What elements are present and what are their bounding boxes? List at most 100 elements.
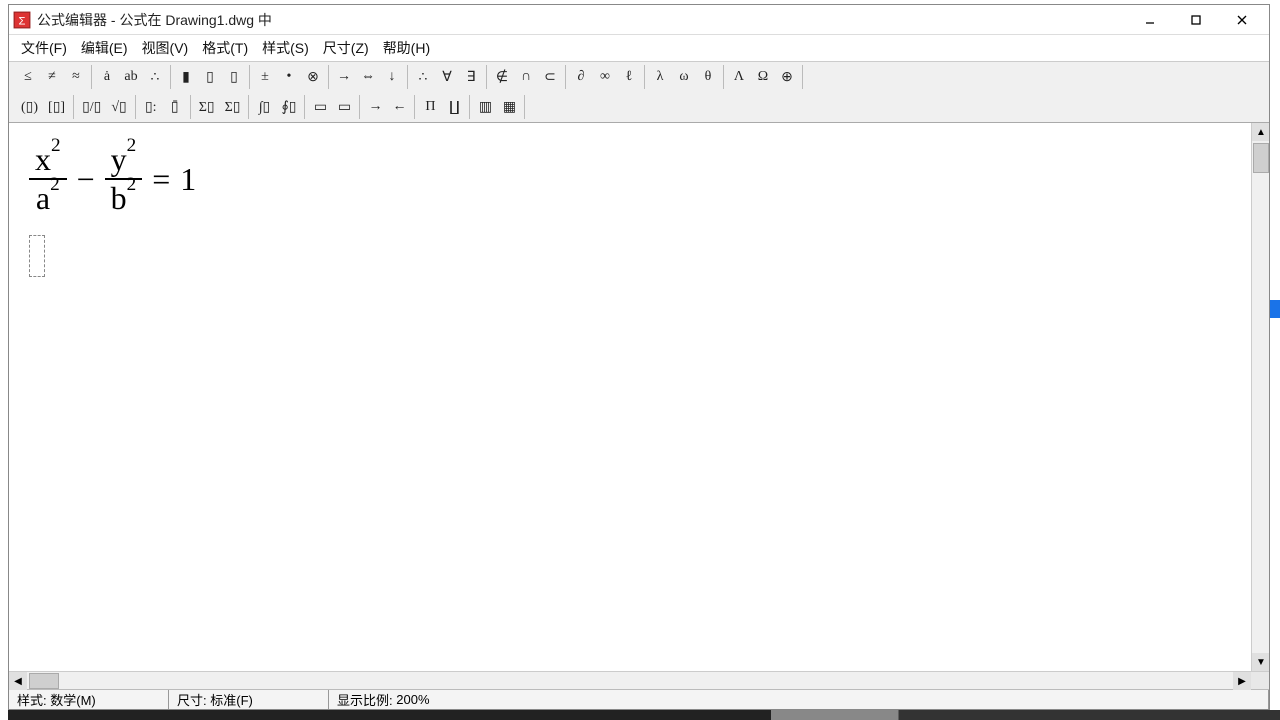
symbol-group-5: ∴∀∃ bbox=[408, 65, 487, 89]
template-group-2: ▯:▯̄ bbox=[136, 95, 191, 119]
scroll-down-arrow-icon[interactable]: ▼ bbox=[1252, 653, 1269, 671]
host-app-timeline bbox=[8, 710, 1280, 720]
menu-edit[interactable]: 编辑(E) bbox=[75, 36, 134, 60]
template-btn-2-0[interactable]: ▯: bbox=[140, 96, 162, 118]
symbol-btn-2-1[interactable]: ▯ bbox=[199, 66, 221, 88]
menubar: 文件(F) 编辑(E) 视图(V) 格式(T) 样式(S) 尺寸(Z) 帮助(H… bbox=[9, 35, 1269, 61]
template-group-7: Π∐ bbox=[415, 95, 470, 119]
symbol-group-9: ΛΩ⊕ bbox=[724, 65, 803, 89]
statusbar: 样式: 数学(M) 尺寸: 标准(F) 显示比例: 200% bbox=[9, 689, 1269, 709]
scroll-corner bbox=[1251, 672, 1269, 689]
status-zoom: 显示比例: 200% bbox=[329, 690, 1269, 709]
template-btn-0-0[interactable]: (▯) bbox=[17, 96, 42, 118]
symbol-btn-1-1[interactable]: ab bbox=[120, 66, 142, 88]
maximize-button[interactable] bbox=[1173, 6, 1219, 34]
menu-help[interactable]: 帮助(H) bbox=[377, 36, 436, 60]
symbol-btn-7-1[interactable]: ∞ bbox=[594, 66, 616, 88]
symbol-btn-5-1[interactable]: ∀ bbox=[436, 66, 458, 88]
template-btn-6-1[interactable]: ← bbox=[388, 96, 410, 118]
menu-style[interactable]: 样式(S) bbox=[256, 36, 315, 60]
menu-file[interactable]: 文件(F) bbox=[15, 36, 73, 60]
menu-format[interactable]: 格式(T) bbox=[196, 36, 254, 60]
symbol-btn-7-0[interactable]: ∂ bbox=[570, 66, 592, 88]
rhs-value: 1 bbox=[180, 161, 196, 198]
template-btn-1-1[interactable]: √▯ bbox=[107, 96, 130, 118]
symbol-btn-6-1[interactable]: ∩ bbox=[515, 66, 537, 88]
symbol-btn-8-0[interactable]: λ bbox=[649, 66, 671, 88]
window-controls bbox=[1127, 6, 1265, 34]
symbol-btn-6-2[interactable]: ⊂ bbox=[539, 66, 561, 88]
horizontal-scrollbar[interactable]: ◀ ▶ bbox=[9, 672, 1251, 689]
status-style: 样式: 数学(M) bbox=[9, 690, 169, 709]
template-group-6: →← bbox=[360, 95, 415, 119]
symbol-btn-2-0[interactable]: ▮ bbox=[175, 66, 197, 88]
template-btn-5-1[interactable]: ▭ bbox=[333, 96, 355, 118]
symbol-group-8: λωθ bbox=[645, 65, 724, 89]
template-btn-2-1[interactable]: ▯̄ bbox=[164, 96, 186, 118]
menu-size[interactable]: 尺寸(Z) bbox=[317, 36, 375, 60]
symbol-group-3: ±•⊗ bbox=[250, 65, 329, 89]
template-group-3: Σ▯Σ▯ bbox=[191, 95, 250, 119]
symbol-btn-9-0[interactable]: Λ bbox=[728, 66, 750, 88]
edit-cursor-slot[interactable] bbox=[29, 235, 45, 277]
template-btn-3-1[interactable]: Σ▯ bbox=[221, 96, 245, 118]
template-btn-5-0[interactable]: ▭ bbox=[309, 96, 331, 118]
numerator-2: y2 bbox=[105, 141, 143, 178]
symbol-btn-5-0[interactable]: ∴ bbox=[412, 66, 434, 88]
vertical-scrollbar[interactable]: ▲ ▼ bbox=[1251, 123, 1269, 671]
symbol-group-0: ≤≠≈ bbox=[13, 65, 92, 89]
minimize-button[interactable] bbox=[1127, 6, 1173, 34]
symbol-btn-6-0[interactable]: ∉ bbox=[491, 66, 513, 88]
hscroll-row: ◀ ▶ bbox=[9, 671, 1269, 689]
symbol-btn-3-2[interactable]: ⊗ bbox=[302, 66, 324, 88]
template-btn-1-0[interactable]: ▯/▯ bbox=[78, 96, 105, 118]
template-btn-8-1[interactable]: ▦ bbox=[498, 96, 520, 118]
symbol-group-2: ▮▯▯ bbox=[171, 65, 250, 89]
symbol-btn-1-0[interactable]: ȧ bbox=[96, 66, 118, 88]
symbol-btn-0-1[interactable]: ≠ bbox=[41, 66, 63, 88]
equation-canvas[interactable]: x2 a2 − y2 b2 = 1 bbox=[9, 123, 1251, 671]
work-area: x2 a2 − y2 b2 = 1 ▲ ▼ bbox=[9, 123, 1269, 671]
symbol-btn-3-0[interactable]: ± bbox=[254, 66, 276, 88]
symbol-btn-0-0[interactable]: ≤ bbox=[17, 66, 39, 88]
status-size: 尺寸: 标准(F) bbox=[169, 690, 329, 709]
toolbars: ≤≠≈ȧab∴▮▯▯±•⊗→⇔↓∴∀∃∉∩⊂∂∞ℓλωθΛΩ⊕ (▯)[▯]▯/… bbox=[9, 61, 1269, 123]
template-btn-7-0[interactable]: Π bbox=[419, 96, 441, 118]
template-group-1: ▯/▯√▯ bbox=[74, 95, 136, 119]
symbol-btn-8-2[interactable]: θ bbox=[697, 66, 719, 88]
scroll-up-arrow-icon[interactable]: ▲ bbox=[1252, 123, 1269, 141]
v-scroll-thumb[interactable] bbox=[1253, 143, 1269, 173]
template-btn-3-0[interactable]: Σ▯ bbox=[195, 96, 219, 118]
svg-text:Σ: Σ bbox=[19, 15, 26, 27]
symbol-btn-4-2[interactable]: ↓ bbox=[381, 66, 403, 88]
window-title: 公式编辑器 - 公式在 Drawing1.dwg 中 bbox=[37, 10, 1127, 30]
symbol-group-4: →⇔↓ bbox=[329, 65, 408, 89]
template-btn-6-0[interactable]: → bbox=[364, 96, 386, 118]
symbol-btn-4-1[interactable]: ⇔ bbox=[357, 66, 379, 88]
menu-view[interactable]: 视图(V) bbox=[136, 36, 195, 60]
scroll-right-arrow-icon[interactable]: ▶ bbox=[1233, 672, 1251, 690]
template-btn-0-1[interactable]: [▯] bbox=[44, 96, 69, 118]
symbol-btn-9-2[interactable]: ⊕ bbox=[776, 66, 798, 88]
template-btn-4-0[interactable]: ∫▯ bbox=[253, 96, 275, 118]
symbol-btn-4-0[interactable]: → bbox=[333, 66, 355, 88]
titlebar: Σ 公式编辑器 - 公式在 Drawing1.dwg 中 bbox=[9, 5, 1269, 35]
symbol-btn-9-1[interactable]: Ω bbox=[752, 66, 774, 88]
h-scroll-thumb[interactable] bbox=[29, 673, 59, 689]
equation: x2 a2 − y2 b2 = 1 bbox=[29, 141, 1231, 217]
scroll-left-arrow-icon[interactable]: ◀ bbox=[9, 672, 27, 690]
template-group-0: (▯)[▯] bbox=[13, 95, 74, 119]
template-btn-4-1[interactable]: ∮▯ bbox=[277, 96, 300, 118]
template-btn-8-0[interactable]: ▥ bbox=[474, 96, 496, 118]
symbol-btn-0-2[interactable]: ≈ bbox=[65, 66, 87, 88]
close-button[interactable] bbox=[1219, 6, 1265, 34]
symbol-btn-5-2[interactable]: ∃ bbox=[460, 66, 482, 88]
template-palette-row: (▯)[▯]▯/▯√▯▯:▯̄Σ▯Σ▯∫▯∮▯▭▭→←Π∐▥▦ bbox=[9, 92, 1269, 122]
template-btn-7-1[interactable]: ∐ bbox=[443, 96, 465, 118]
symbol-btn-3-1[interactable]: • bbox=[278, 66, 300, 88]
symbol-btn-1-2[interactable]: ∴ bbox=[144, 66, 166, 88]
symbol-btn-2-2[interactable]: ▯ bbox=[223, 66, 245, 88]
symbol-btn-8-1[interactable]: ω bbox=[673, 66, 695, 88]
symbol-btn-7-2[interactable]: ℓ bbox=[618, 66, 640, 88]
numerator-1: x2 bbox=[29, 141, 67, 178]
